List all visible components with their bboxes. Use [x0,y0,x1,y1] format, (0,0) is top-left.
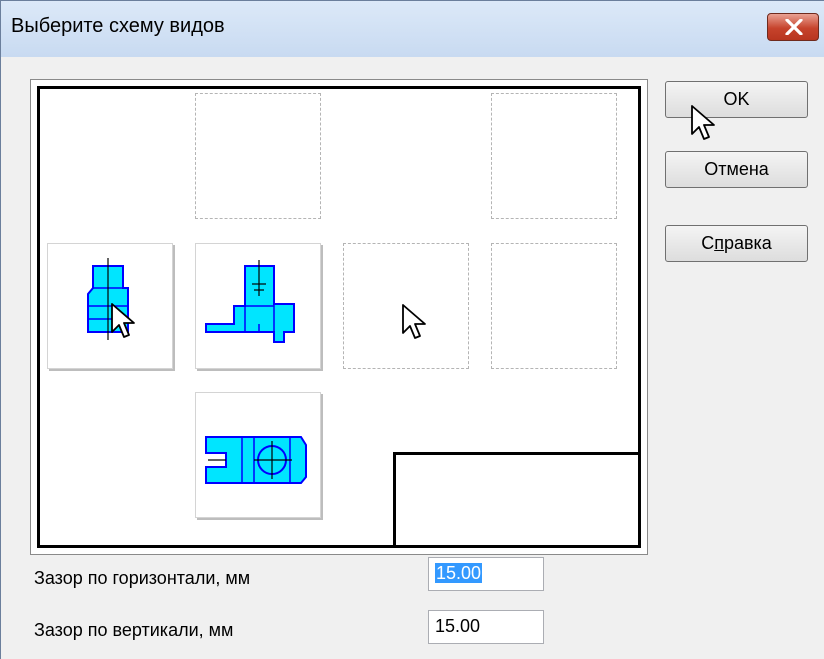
view-slot-top-middle[interactable] [195,93,321,219]
title-block [393,452,638,545]
horizontal-gap-value: 15.00 [435,563,483,583]
front-view-drawing-icon [205,260,295,343]
ok-button[interactable]: OK [665,81,808,118]
dialog-window: Выберите схему видов OK Отмена Справка З… [0,0,824,659]
view-slot-front[interactable] [195,243,321,369]
vertical-gap-input[interactable]: 15.00 [428,610,544,644]
view-slot-left[interactable] [47,243,173,369]
close-button[interactable] [767,13,819,41]
title-bar[interactable]: Выберите схему видов [1,1,824,57]
arrow-cursor-icon [111,303,135,338]
view-scheme-preview [30,79,648,555]
help-button-label: Справка [701,233,772,253]
horizontal-gap-input[interactable]: 15.00 [428,557,544,591]
drawing-sheet-frame [37,86,641,548]
arrow-cursor-icon [691,105,715,140]
view-slot-far-right[interactable] [491,243,617,369]
vertical-gap-value: 15.00 [435,616,481,636]
dialog-client-area: OK Отмена Справка Зазор по горизонтали, … [10,57,818,653]
vertical-gap-label: Зазор по вертикали, мм [34,620,234,640]
help-button[interactable]: Справка [665,225,808,262]
view-slot-bottom[interactable] [195,392,321,518]
arrow-cursor-icon [402,304,426,339]
cancel-button-label: Отмена [704,159,769,179]
top-view-drawing-icon [205,436,307,484]
horizontal-gap-label: Зазор по горизонтали, мм [34,568,251,588]
view-slot-top-right[interactable] [491,93,617,219]
close-icon [785,19,803,35]
window-title: Выберите схему видов [11,15,225,37]
ok-button-label: OK [723,89,750,109]
cancel-button[interactable]: Отмена [665,151,808,188]
